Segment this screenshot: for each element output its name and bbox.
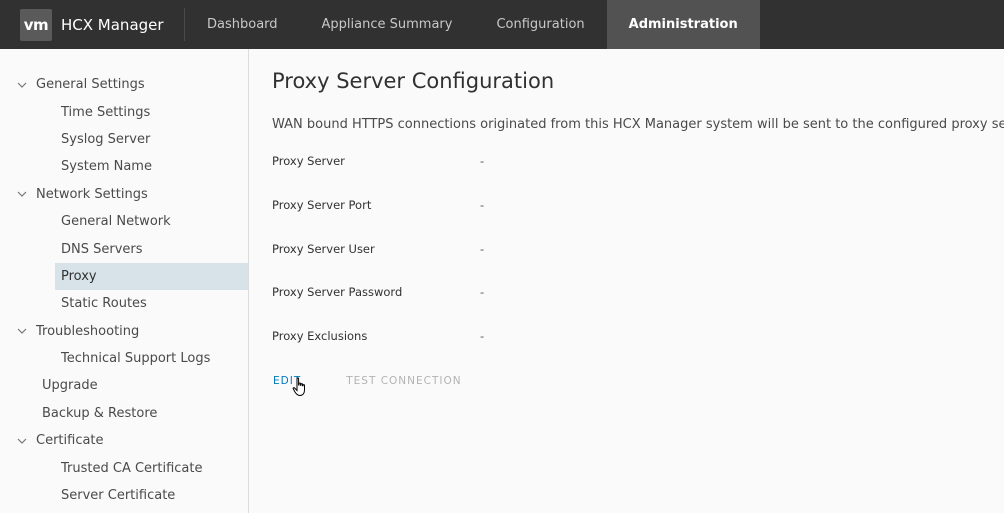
- field-label: Proxy Server Port: [272, 197, 372, 212]
- sidebar-item-label: Troubleshooting: [36, 323, 140, 339]
- field-label: Proxy Server User: [272, 241, 375, 256]
- sidebar-item-time-settings[interactable]: Time Settings: [0, 98, 248, 125]
- sidebar-item-general-network[interactable]: General Network: [0, 208, 248, 235]
- sidebar-item-proxy[interactable]: Proxy: [55, 262, 248, 291]
- field-label: Proxy Server: [272, 154, 345, 168]
- sidebar-item-backup-restore[interactable]: Backup & Restore: [0, 400, 248, 427]
- sidebar-item-technical-support-logs[interactable]: Technical Support Logs: [0, 345, 248, 372]
- field-label: Proxy Server Password: [272, 285, 403, 300]
- field-row-proxy-server: Proxy Server -: [272, 154, 1004, 198]
- sidebar-item-syslog-server[interactable]: Syslog Server: [0, 126, 248, 153]
- field-row-proxy-exclusions: Proxy Exclusions -: [272, 329, 1004, 373]
- test-connection-button[interactable]: TEST CONNECTION: [346, 375, 461, 387]
- sidebar-item-label: General Settings: [36, 77, 145, 93]
- tab-dashboard[interactable]: Dashboard: [185, 0, 300, 49]
- sidebar-group-troubleshooting[interactable]: Troubleshooting: [0, 318, 248, 345]
- main-nav: Dashboard Appliance Summary Configuratio…: [185, 0, 760, 49]
- sidebar-item-label: Certificate: [36, 433, 104, 449]
- field-label: Proxy Exclusions: [272, 329, 368, 344]
- sidebar: General Settings Time Settings Syslog Se…: [0, 49, 249, 513]
- field-value: -: [480, 285, 485, 300]
- action-bar: EDIT TEST CONNECTION: [272, 375, 1004, 396]
- chevron-down-icon[interactable]: [16, 435, 28, 447]
- brand[interactable]: vm HCX Manager: [0, 8, 185, 41]
- sidebar-group-certificate[interactable]: Certificate: [0, 427, 248, 454]
- main-content: Proxy Server Configuration WAN bound HTT…: [272, 49, 1004, 513]
- sidebar-item-server-certificate[interactable]: Server Certificate: [0, 482, 248, 509]
- app-title: HCX Manager: [61, 15, 164, 34]
- sidebar-group-network-settings[interactable]: Network Settings: [0, 181, 248, 208]
- chevron-down-icon[interactable]: [16, 325, 28, 337]
- sidebar-item-label: Network Settings: [36, 186, 148, 202]
- sidebar-item-trusted-ca-certificate[interactable]: Trusted CA Certificate: [0, 454, 248, 481]
- sidebar-item-static-routes[interactable]: Static Routes: [0, 290, 248, 317]
- field-row-proxy-server-port: Proxy Server Port -: [272, 198, 1004, 242]
- field-row-proxy-server-password: Proxy Server Password -: [272, 285, 1004, 329]
- proxy-fields: Proxy Server - Proxy Server Port - Proxy…: [272, 154, 1004, 373]
- field-value: -: [480, 154, 485, 168]
- hand-pointer-cursor-icon: [292, 377, 305, 396]
- page-title: Proxy Server Configuration: [272, 69, 555, 93]
- chevron-down-icon[interactable]: [16, 79, 28, 91]
- sidebar-group-general-settings[interactable]: General Settings: [0, 71, 248, 98]
- tab-administration[interactable]: Administration: [606, 0, 760, 49]
- field-row-proxy-server-user: Proxy Server User -: [272, 242, 1004, 286]
- sidebar-item-upgrade[interactable]: Upgrade: [0, 372, 248, 399]
- chevron-down-icon[interactable]: [16, 188, 28, 200]
- page-description: WAN bound HTTPS connections originated f…: [272, 117, 1004, 132]
- sidebar-item-dns-servers[interactable]: DNS Servers: [0, 235, 248, 262]
- top-nav-bar: vm HCX Manager Dashboard Appliance Summa…: [0, 0, 1004, 49]
- vmware-logo: vm: [20, 8, 52, 41]
- tab-appliance-summary[interactable]: Appliance Summary: [300, 0, 475, 49]
- field-value: -: [480, 197, 485, 212]
- field-value: -: [480, 241, 485, 256]
- field-value: -: [480, 329, 485, 344]
- tab-configuration[interactable]: Configuration: [474, 0, 606, 49]
- sidebar-item-system-name[interactable]: System Name: [0, 153, 248, 180]
